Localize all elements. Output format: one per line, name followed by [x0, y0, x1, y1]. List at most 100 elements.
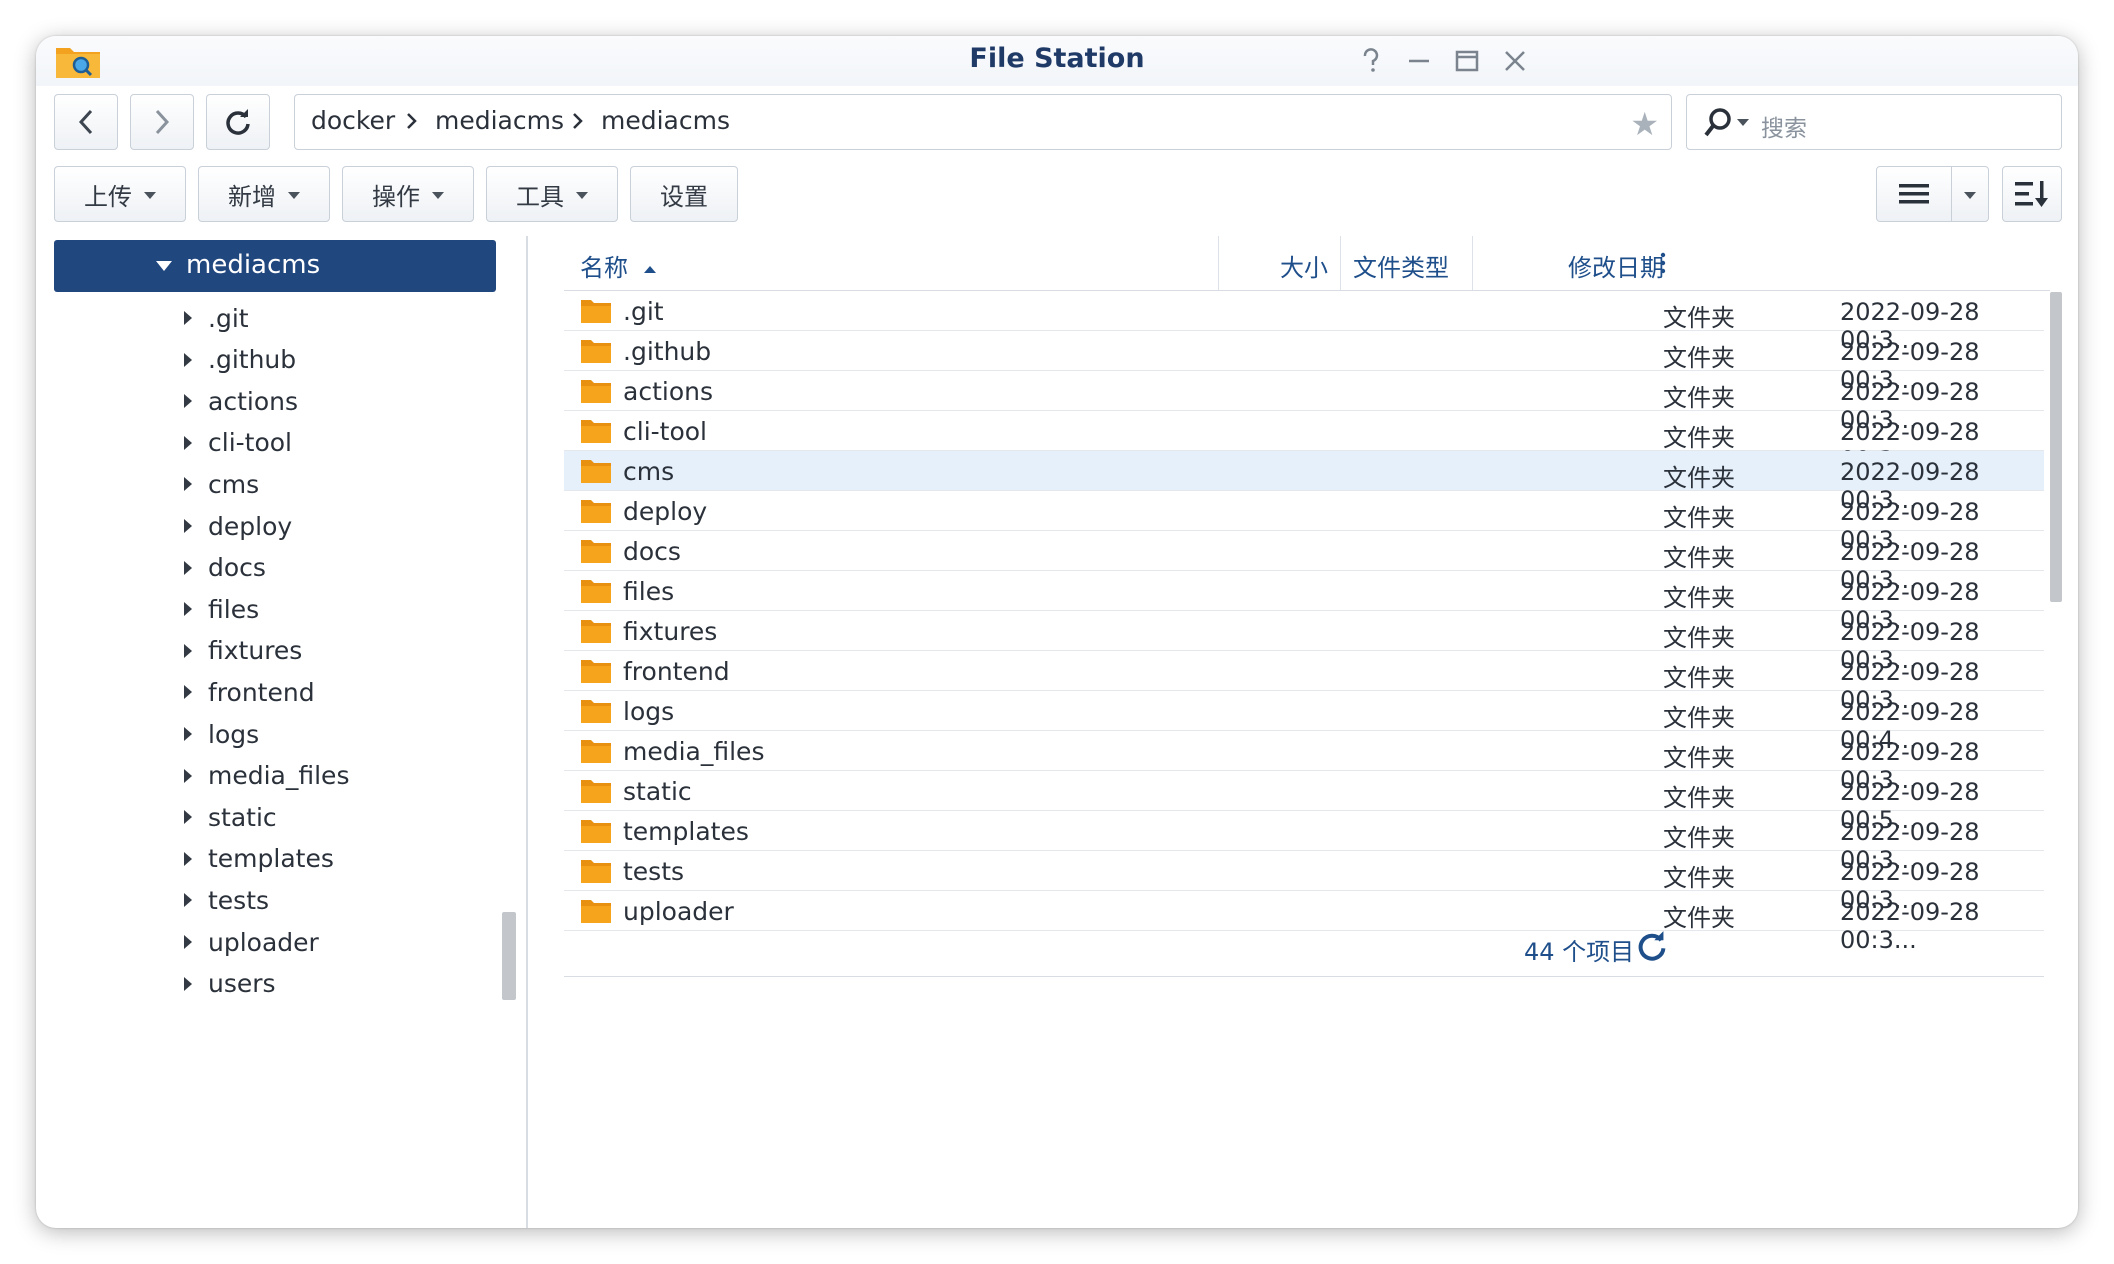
refresh-button[interactable]: [206, 94, 270, 150]
collapsed-triangle-icon[interactable]: [184, 810, 192, 825]
tree-item[interactable]: docs: [184, 548, 266, 588]
view-options-button[interactable]: [1951, 166, 1989, 222]
tree-item[interactable]: media_files: [184, 756, 349, 796]
help-icon[interactable]: [1354, 44, 1388, 78]
collapsed-triangle-icon[interactable]: [184, 394, 192, 409]
collapsed-triangle-icon[interactable]: [184, 768, 192, 783]
column-separator[interactable]: [1218, 236, 1219, 290]
table-row[interactable]: cms 文件夹 2022-09-28 00:3...: [564, 451, 2044, 514]
collapsed-triangle-icon[interactable]: [184, 727, 192, 741]
search-input[interactable]: 搜索: [1686, 94, 2062, 150]
upload-button[interactable]: 上传: [54, 166, 186, 222]
maximize-icon[interactable]: [1450, 44, 1484, 78]
tree-item-label: media_files: [208, 761, 350, 791]
table-row[interactable]: cli-tool文件夹2022-09-28 00:3...: [564, 411, 2044, 474]
breadcrumb-docker[interactable]: docker: [311, 106, 395, 135]
collapsed-triangle-icon[interactable]: [184, 519, 192, 533]
tree-item[interactable]: users: [184, 964, 276, 1004]
tools-button[interactable]: 工具: [486, 166, 618, 222]
tree-item[interactable]: actions: [184, 381, 298, 421]
tree-item[interactable]: deploy: [184, 506, 292, 546]
collapsed-triangle-icon[interactable]: [184, 311, 192, 325]
forward-button[interactable]: [130, 94, 194, 150]
refresh-icon[interactable]: [1636, 930, 1668, 962]
file-name: cli-tool: [623, 417, 707, 446]
column-modified[interactable]: 修改日期: [1568, 248, 1664, 283]
table-row[interactable]: frontend 文件夹 2022-09-28 00:3...: [564, 651, 2044, 714]
collapsed-triangle-icon[interactable]: [184, 477, 192, 492]
file-type: 文件夹: [1663, 344, 1735, 372]
collapsed-triangle-icon[interactable]: [184, 560, 192, 575]
column-size[interactable]: 大小: [1280, 248, 1328, 283]
table-row[interactable]: fixtures 文件夹 2022-09-28 00:3...: [564, 611, 2044, 674]
column-separator[interactable]: [1340, 236, 1341, 290]
file-name: static: [623, 777, 692, 806]
collapsed-triangle-icon[interactable]: [184, 893, 192, 908]
collapsed-triangle-icon[interactable]: [184, 352, 192, 367]
chevron-right-icon: [407, 113, 417, 129]
tree-item[interactable]: cms: [184, 464, 259, 504]
back-button[interactable]: [54, 94, 118, 150]
tree-item[interactable]: templates: [184, 839, 334, 879]
table-row[interactable]: .github 文件夹 2022-09-28 00:3...: [564, 331, 2044, 394]
sidebar-scrollbar[interactable]: [502, 912, 516, 1000]
collapsed-triangle-icon[interactable]: [184, 976, 192, 991]
tree-item-current[interactable]: mediacms: [54, 240, 496, 292]
pane-divider[interactable]: [526, 236, 528, 1228]
folder-icon: [581, 660, 611, 683]
column-name[interactable]: 名称: [580, 248, 656, 283]
table-row[interactable]: deploy 文件夹 2022-09-28 00:3...: [564, 491, 2044, 554]
item-count: 44 个项目: [1524, 938, 1635, 966]
folder-icon: [581, 820, 611, 843]
expanded-triangle-icon[interactable]: [156, 261, 172, 271]
table-row[interactable]: tests 文件夹 2022-09-28 00:3...: [564, 851, 2044, 914]
collapsed-triangle-icon[interactable]: [184, 435, 192, 450]
tree-item[interactable]: files: [184, 589, 259, 629]
collapsed-triangle-icon[interactable]: [184, 685, 192, 700]
star-icon[interactable]: ★: [1630, 105, 1659, 143]
settings-button[interactable]: 设置: [630, 166, 738, 222]
list-scrollbar[interactable]: [2050, 292, 2062, 602]
column-name-label: 名称: [580, 254, 628, 282]
action-button[interactable]: 操作: [342, 166, 474, 222]
tree-item[interactable]: tests: [184, 880, 269, 920]
create-button[interactable]: 新增: [198, 166, 330, 222]
table-row[interactable]: actions 文件夹 2022-09-28 00:3...: [564, 371, 2044, 434]
close-icon[interactable]: [1498, 44, 1532, 78]
collapsed-triangle-icon[interactable]: [184, 935, 192, 949]
breadcrumb-mediacms[interactable]: mediacms: [435, 106, 564, 135]
table-row[interactable]: logs 文件夹 2022-09-28 00:4...: [564, 691, 2044, 754]
tree-item[interactable]: .git: [184, 298, 249, 338]
tree-item[interactable]: logs: [184, 714, 259, 754]
table-row[interactable]: files 文件夹 2022-09-28 00:3...: [564, 571, 2044, 634]
tree-item[interactable]: static: [184, 797, 277, 837]
tree-item[interactable]: fixtures: [184, 631, 302, 671]
collapsed-triangle-icon[interactable]: [184, 643, 192, 658]
folder-tree: mediacms .git .github actions cli-tool cms de…: [36, 236, 556, 1228]
column-type[interactable]: 文件类型: [1353, 248, 1449, 283]
collapsed-triangle-icon[interactable]: [184, 851, 192, 866]
tree-item[interactable]: frontend: [184, 672, 315, 712]
file-name: actions: [623, 377, 713, 406]
minimize-icon[interactable]: [1402, 44, 1436, 78]
table-row[interactable]: .git 文件夹 2022-09-28 00:3...: [564, 291, 2044, 354]
tree-item[interactable]: cli-tool: [184, 423, 292, 463]
path-bar[interactable]: docker mediacms mediacms ★: [294, 94, 1672, 150]
table-row[interactable]: media_files 文件夹 2022-09-28 00:3...: [564, 731, 2044, 794]
list-view-button[interactable]: [1876, 166, 1952, 222]
tree-item[interactable]: uploader: [184, 922, 319, 962]
table-row[interactable]: templates 文件夹 2022-09-28 00:3...: [564, 811, 2044, 874]
file-type: 文件夹: [1663, 664, 1735, 692]
chevron-left-icon: [78, 109, 93, 135]
settings-label: 设置: [660, 182, 708, 211]
breadcrumb-mediacms-current[interactable]: mediacms: [601, 106, 730, 135]
column-menu-icon[interactable]: [1660, 252, 1666, 274]
column-separator[interactable]: [1472, 236, 1473, 290]
sort-ascending-icon: [643, 265, 656, 273]
table-row[interactable]: docs 文件夹 2022-09-28 00:3...: [564, 531, 2044, 594]
tree-item[interactable]: .github: [184, 340, 296, 380]
table-row[interactable]: static 文件夹 2022-09-28 00:5...: [564, 771, 2044, 834]
search-options-caret[interactable]: [1737, 119, 1749, 126]
sort-button[interactable]: [2002, 166, 2062, 222]
collapsed-triangle-icon[interactable]: [184, 602, 192, 617]
